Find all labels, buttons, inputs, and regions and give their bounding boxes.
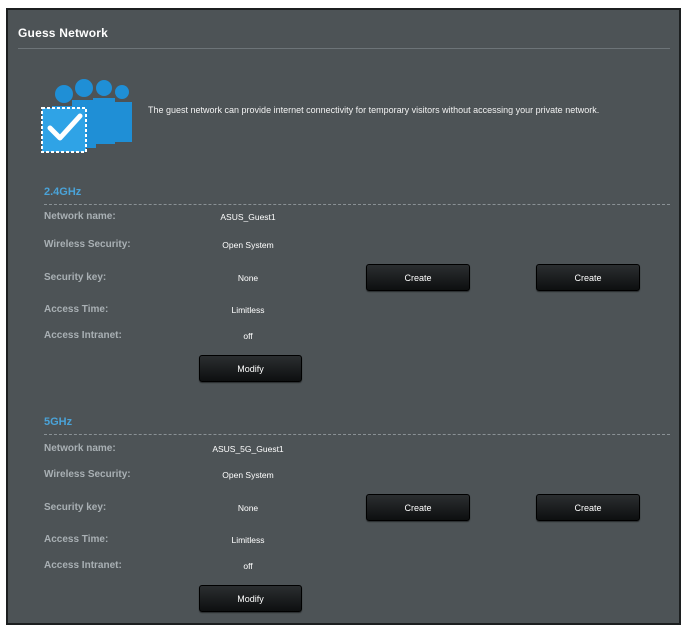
network-name-value-5g: ASUS_5G_Guest1 — [212, 444, 284, 454]
create-button-2g-1[interactable]: Create — [366, 264, 470, 291]
band-divider-5g — [44, 434, 670, 435]
network-name-label-5g: Network name: — [44, 443, 116, 454]
wireless-security-value-5g: Open System — [222, 470, 274, 480]
band-label-2g: 2.4GHz — [44, 186, 82, 198]
security-key-label-5g: Security key: — [44, 502, 107, 513]
title-divider — [18, 48, 670, 49]
network-name-value-2g: ASUS_Guest1 — [220, 212, 276, 222]
security-key-value-2g: None — [237, 273, 259, 283]
access-intranet-label-5g: Access Intranet: — [44, 560, 122, 571]
access-time-label-2g: Access Time: — [44, 304, 109, 315]
wireless-security-label-5g: Wireless Security: — [44, 469, 131, 480]
page-title: Guess Network — [18, 26, 108, 40]
security-key-value-5g: None — [237, 503, 259, 513]
access-intranet-label-2g: Access Intranet: — [44, 330, 122, 341]
band-label-5g: 5GHz — [44, 416, 73, 428]
security-key-label-2g: Security key: — [44, 272, 107, 283]
access-intranet-value-2g: off — [243, 331, 253, 341]
access-time-value-5g: Limitless — [231, 535, 265, 545]
network-name-label-2g: Network name: — [44, 211, 116, 222]
access-time-label-5g: Access Time: — [44, 534, 109, 545]
wireless-security-label-2g: Wireless Security: — [44, 239, 131, 250]
guest-users-checkbox-icon — [41, 79, 132, 153]
wireless-security-value-2g: Open System — [222, 240, 274, 250]
modify-button-5g[interactable]: Modify — [199, 585, 302, 612]
create-button-5g-1[interactable]: Create — [366, 494, 470, 521]
access-intranet-value-5g: off — [243, 561, 253, 571]
guest-network-description: The guest network can provide internet c… — [148, 105, 600, 115]
band-divider-2g — [44, 204, 670, 205]
create-button-5g-2[interactable]: Create — [536, 494, 640, 521]
access-time-value-2g: Limitless — [231, 305, 265, 315]
modify-button-2g[interactable]: Modify — [199, 355, 302, 382]
create-button-2g-2[interactable]: Create — [536, 264, 640, 291]
guest-network-panel: Guess Network The guest network can prov… — [6, 8, 681, 625]
